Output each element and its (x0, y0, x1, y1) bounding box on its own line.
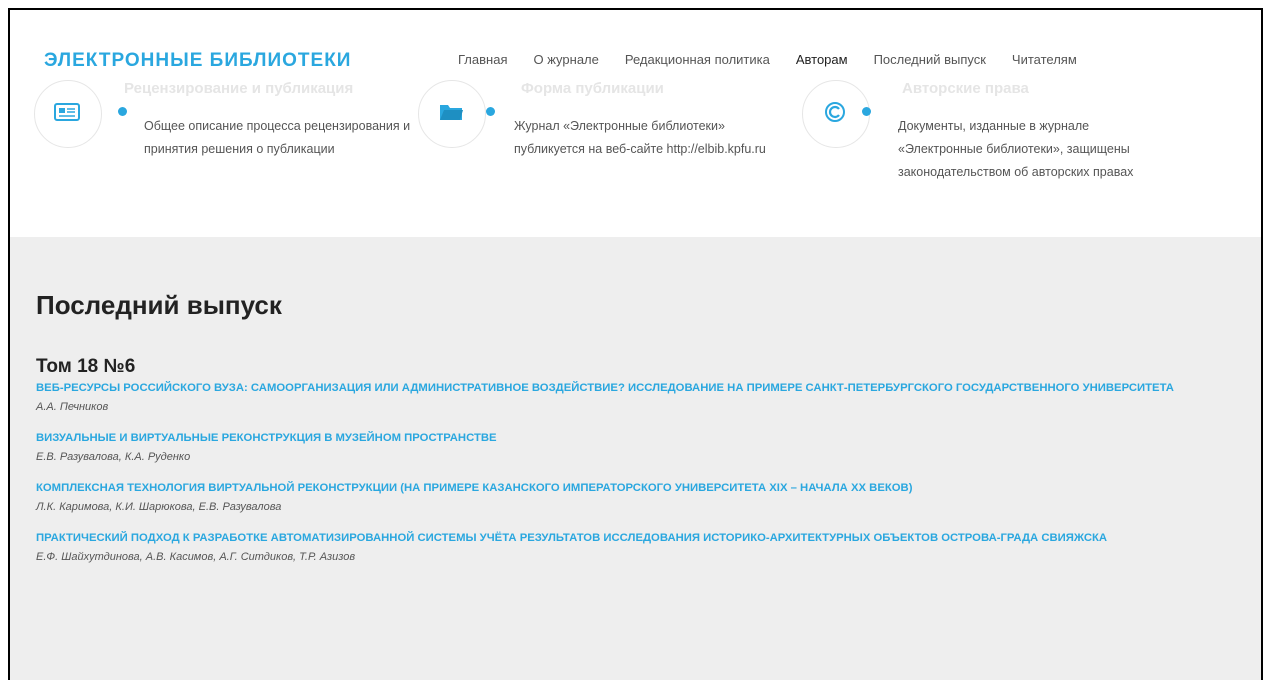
article-authors: Е.Ф. Шайхутдинова, А.В. Касимов, А.Г. Си… (36, 551, 356, 563)
article-title-link[interactable]: Практический подход к разработке автомат… (36, 532, 1176, 544)
article-item: Практический подход к разработке автомат… (36, 532, 1176, 563)
article-authors: А.А. Печников (36, 401, 109, 413)
copyright-icon (825, 102, 845, 122)
feature-description: Журнал «Электронные библиотеки» публикуе… (514, 119, 766, 156)
feature-dot (486, 107, 495, 116)
feature-title: Форма публикации (521, 80, 664, 97)
feature-title: Авторские права (902, 80, 1029, 97)
page-frame: ЭЛЕКТРОННЫЕ БИБЛИОТЕКИ Главная О журнале… (8, 8, 1263, 680)
feature-icon-circle (802, 80, 870, 148)
article-item: Комплексная технология виртуальной рекон… (36, 482, 1176, 513)
feature-icon-circle (34, 80, 102, 148)
feature-dot (118, 107, 127, 116)
feature-title: Рецензирование и публикация (124, 80, 354, 97)
feature-description: Документы, изданные в журнале «Электронн… (898, 119, 1134, 179)
feature-icon-circle (418, 80, 486, 148)
main-nav: Главная О журнале Редакционная политика … (458, 52, 1103, 67)
latest-issue-heading: Последний выпуск (36, 290, 282, 320)
nav-authors[interactable]: Авторам (796, 52, 848, 67)
nav-readers[interactable]: Читателям (1012, 52, 1077, 67)
nav-latest-issue[interactable]: Последний выпуск (874, 52, 986, 67)
feature-description: Общее описание процесса рецензирования и… (144, 119, 411, 156)
article-item: Веб-ресурсы российского вуза: самооргани… (36, 382, 1176, 413)
article-authors: Л.К. Каримова, К.И. Шарюкова, Е.В. Разув… (36, 501, 282, 513)
article-title-link[interactable]: Визуальные и виртуальные реконструкция в… (36, 432, 1176, 444)
article-list: Веб-ресурсы российского вуза: самооргани… (36, 382, 1176, 583)
issue-number: Том 18 №6 (36, 356, 136, 377)
nav-about[interactable]: О журнале (533, 52, 598, 67)
article-item: Визуальные и виртуальные реконструкция в… (36, 432, 1176, 463)
site-logo[interactable]: ЭЛЕКТРОННЫЕ БИБЛИОТЕКИ (44, 50, 351, 72)
article-title-link[interactable]: Комплексная технология виртуальной рекон… (36, 482, 1176, 494)
article-authors: Е.В. Разувалова, К.А. Руденко (36, 451, 191, 463)
article-title-link[interactable]: Веб-ресурсы российского вуза: самооргани… (36, 382, 1176, 394)
newspaper-icon (54, 103, 80, 121)
nav-home[interactable]: Главная (458, 52, 507, 67)
nav-editorial-policy[interactable]: Редакционная политика (625, 52, 770, 67)
folder-icon (440, 105, 463, 120)
feature-dot (862, 107, 871, 116)
latest-issue-section: Последний выпуск Том 18 №6 Веб-ресурсы р… (10, 237, 1261, 680)
